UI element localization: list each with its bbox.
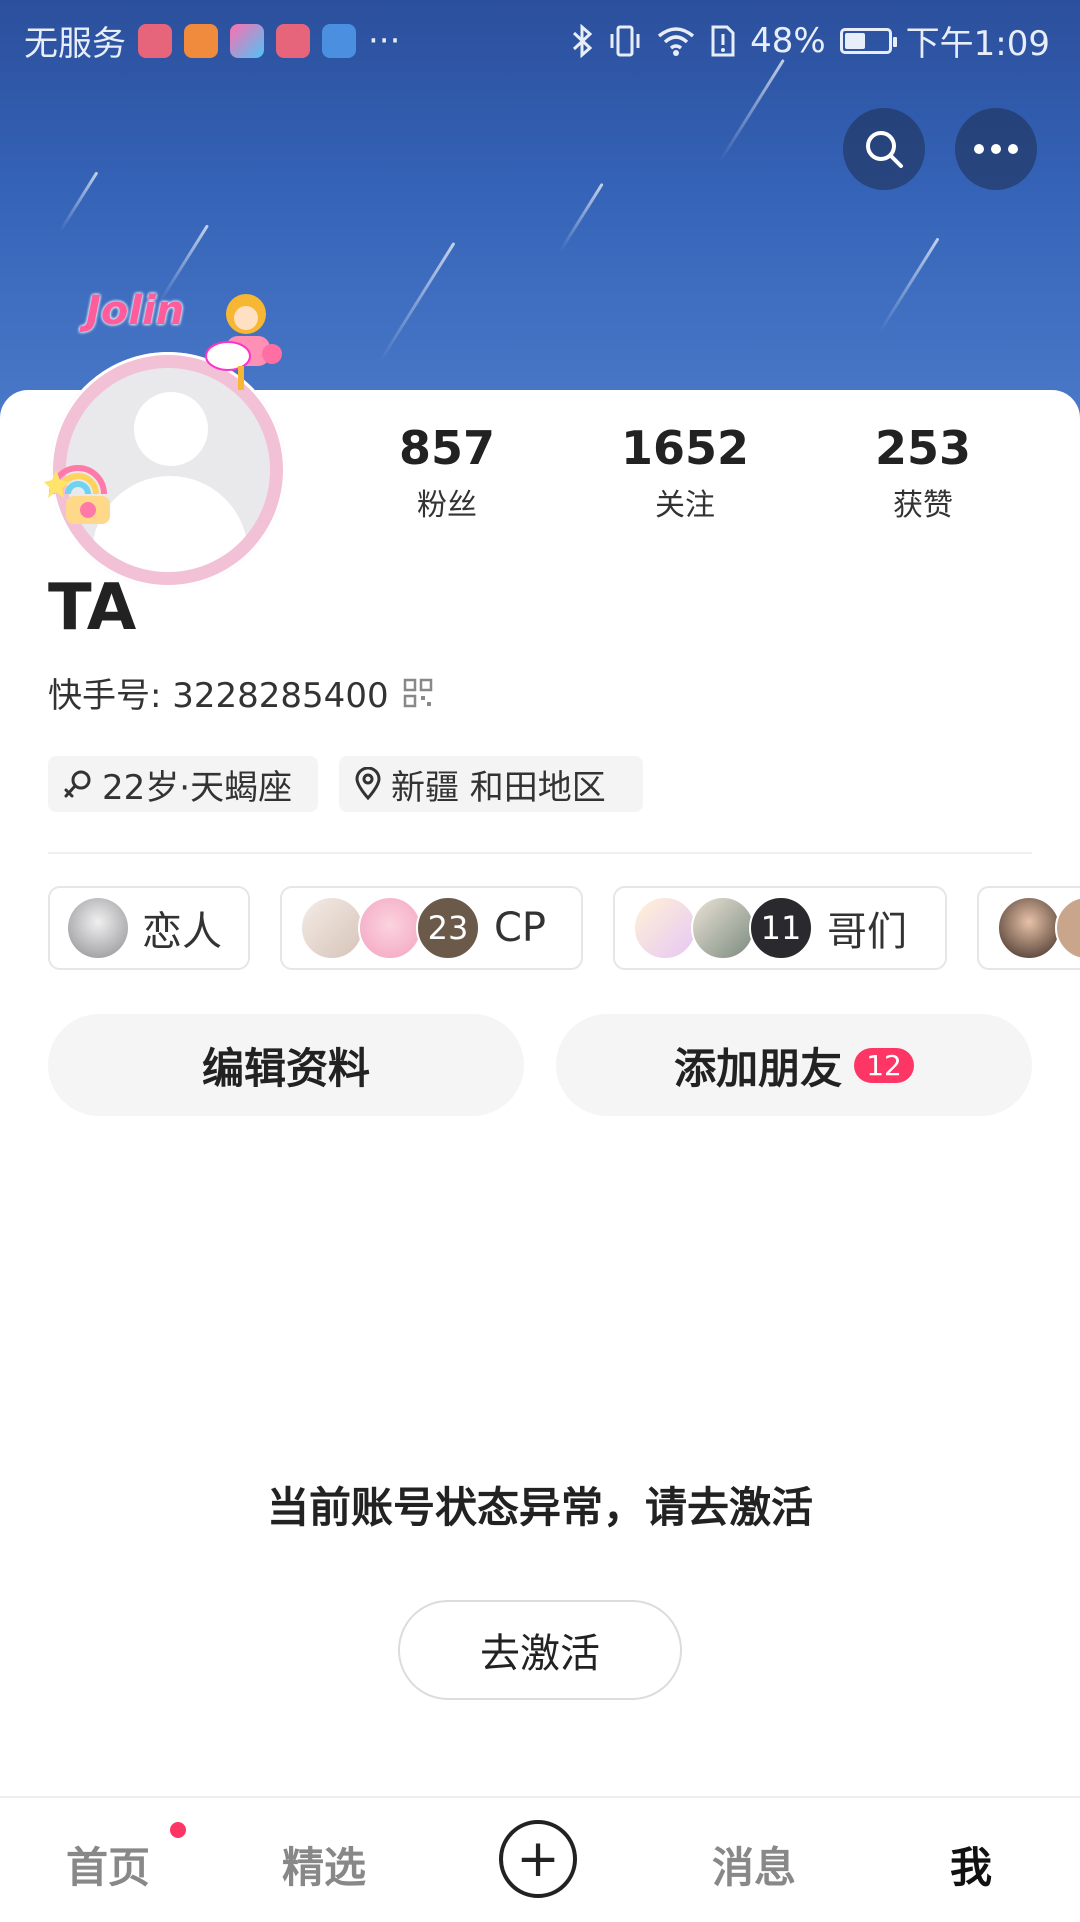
more-icon — [974, 144, 1018, 154]
sim-alert-icon — [711, 25, 735, 56]
meteor-streak — [558, 182, 604, 253]
add-friends-label: 添加朋友 — [674, 1043, 843, 1093]
gender-female-icon — [64, 770, 91, 798]
age-constellation-text: 22岁·天蝎座 — [102, 767, 293, 808]
likes-label: 获赞 — [893, 488, 953, 523]
relation-label: 恋人 — [142, 909, 222, 955]
relation-avatar — [997, 896, 1061, 960]
battery-percent: 48% — [750, 20, 826, 61]
likes-count: 253 — [874, 421, 972, 475]
location-pin-icon — [355, 767, 381, 801]
relation-count-avatar: 11 — [749, 896, 813, 960]
account-id: 快手号: 3228285400 — [48, 676, 389, 716]
add-friends-badge: 12 — [854, 1047, 914, 1083]
create-post-button[interactable]: + — [499, 1820, 577, 1898]
relation-avatar-stack: 23 — [300, 896, 480, 960]
relation-label: CP — [494, 905, 547, 951]
avatar-pendant-logo: Jolin — [86, 288, 185, 334]
relation-avatar — [691, 896, 755, 960]
following-stat[interactable]: 1652 关注 — [585, 422, 785, 524]
plus-icon: + — [516, 1829, 560, 1889]
app-notification-icon — [230, 23, 264, 58]
relation-avatar — [300, 896, 364, 960]
meteor-streak — [378, 241, 456, 363]
location-tag: 新疆 和田地区 — [339, 756, 643, 812]
followers-label: 粉丝 — [417, 488, 477, 523]
carrier-text: 无服务 — [24, 24, 126, 64]
relation-avatar — [358, 896, 422, 960]
nav-me[interactable]: 我 — [950, 1834, 992, 1895]
relation-card-cp[interactable]: 23 CP — [280, 886, 583, 970]
carousel-horse-decoration-icon — [205, 294, 282, 390]
edit-profile-button[interactable]: 编辑资料 — [48, 1014, 524, 1116]
app-notification-icon — [276, 23, 310, 58]
edit-profile-label: 编辑资料 — [201, 1043, 370, 1093]
user-nickname: TA — [48, 571, 137, 645]
avatar[interactable]: Jolin — [42, 282, 312, 588]
add-friends-button[interactable]: 添加朋友 12 — [556, 1014, 1032, 1116]
relation-avatar-stack — [997, 896, 1080, 960]
relation-avatar — [68, 898, 128, 958]
account-id-row[interactable]: 快手号: 3228285400 — [48, 668, 433, 717]
more-notifications-icon: ··· — [368, 20, 401, 61]
relation-card-lover[interactable]: 恋人 — [48, 886, 250, 970]
age-constellation-tag: 22岁·天蝎座 — [48, 756, 318, 812]
clock: 下午1:09 — [905, 24, 1050, 64]
battery-level — [844, 32, 865, 49]
relation-avatar-stack: 11 — [633, 896, 813, 960]
vibrate-icon — [610, 25, 640, 56]
app-notification-icon — [138, 23, 172, 58]
bottom-navigation: 首页 精选 + 消息 我 — [0, 1796, 1080, 1922]
search-button[interactable] — [843, 108, 925, 190]
followers-stat[interactable]: 857 粉丝 — [347, 422, 547, 524]
likes-stat[interactable]: 253 获赞 — [823, 422, 1023, 524]
account-status-message: 当前账号状态异常，请去激活 — [266, 1483, 813, 1532]
rainbow-toast-decoration-icon — [44, 465, 110, 524]
video-app-notification-icon — [184, 23, 218, 58]
meteor-streak — [58, 171, 99, 233]
wifi-icon — [657, 26, 695, 56]
activate-label: 去激活 — [480, 1631, 600, 1677]
following-label: 关注 — [655, 488, 715, 523]
battery-icon — [839, 27, 897, 54]
relation-avatar — [633, 896, 697, 960]
search-icon — [866, 131, 903, 168]
divider — [48, 852, 1032, 854]
nav-featured[interactable]: 精选 — [282, 1834, 366, 1895]
more-button[interactable] — [955, 108, 1037, 190]
following-count: 1652 — [620, 421, 750, 475]
activate-button[interactable]: 去激活 — [398, 1600, 682, 1700]
relation-avatar — [1055, 896, 1080, 960]
app-notification-icon — [322, 23, 356, 58]
qr-code-icon[interactable] — [403, 678, 433, 708]
home-notification-dot — [170, 1822, 186, 1838]
followers-count: 857 — [398, 421, 496, 475]
status-bar: 无服务 ··· 48% 下午1:09 — [0, 0, 1080, 76]
relation-label: 哥们 — [827, 909, 907, 955]
bluetooth-icon — [573, 23, 593, 58]
relation-count-avatar: 23 — [416, 896, 480, 960]
relation-card-buddies[interactable]: 11 哥们 — [613, 886, 947, 970]
nav-home[interactable]: 首页 — [66, 1834, 150, 1895]
relation-card-more[interactable] — [977, 886, 1080, 970]
meteor-streak — [878, 237, 940, 333]
nav-messages[interactable]: 消息 — [712, 1834, 796, 1895]
location-text: 新疆 和田地区 — [391, 767, 606, 808]
